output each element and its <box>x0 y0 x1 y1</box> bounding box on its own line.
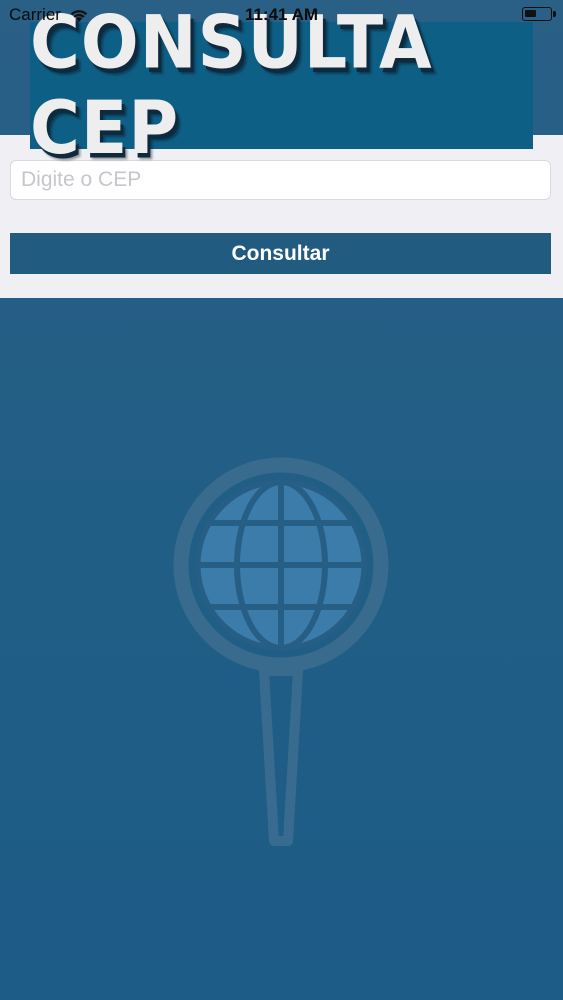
clock: 11:41 AM <box>244 5 319 24</box>
app-logo: CONSULTA CEP <box>30 0 533 171</box>
battery-icon <box>522 7 556 21</box>
globe-pin-icon <box>173 457 389 846</box>
consultar-button[interactable]: Consultar <box>10 233 551 274</box>
status-bar: Carrier 11:41 AM <box>0 0 563 30</box>
